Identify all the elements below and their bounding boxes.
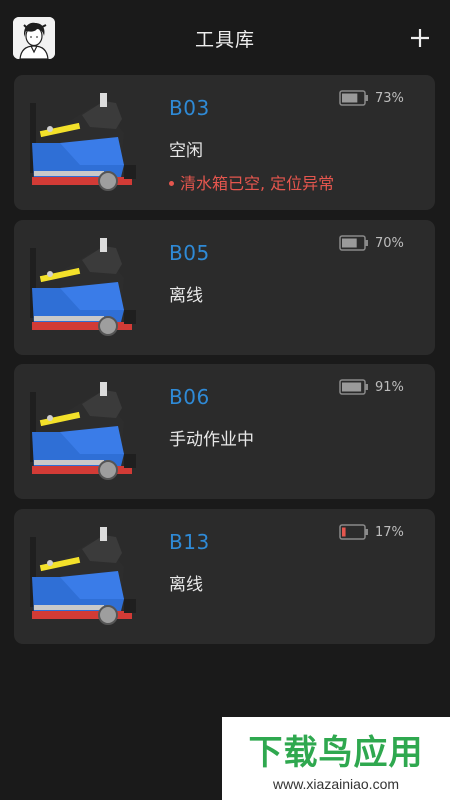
scrubber-machine-image xyxy=(20,85,160,200)
battery-percent: 91% xyxy=(375,380,404,395)
device-code: B03 xyxy=(169,96,210,120)
battery-percent: 70% xyxy=(375,236,404,251)
battery-icon xyxy=(339,235,369,251)
watermark-url: www.xiazainiao.com xyxy=(272,776,400,792)
battery-fill xyxy=(342,93,358,103)
battery-icon xyxy=(339,90,369,106)
device-code: B06 xyxy=(169,385,210,409)
device-card[interactable]: B03 空闲 清水箱已空, 定位异常 73% xyxy=(14,75,435,210)
plus-icon[interactable] xyxy=(406,24,434,52)
scrubber-machine-image xyxy=(20,230,160,345)
battery-fill xyxy=(342,382,362,392)
watermark-logo: 下载鸟应用 www.xiazainiao.com xyxy=(222,717,450,800)
device-card[interactable]: B13 离线 17% xyxy=(14,509,435,644)
scrubber-machine-image xyxy=(20,519,160,634)
page-title: 工具库 xyxy=(194,29,255,51)
alert-dot-icon xyxy=(169,180,174,186)
battery-icon xyxy=(339,524,369,540)
device-code: B05 xyxy=(169,241,210,265)
top-bar: 工具库 xyxy=(0,0,450,72)
device-alert: 清水箱已空, 定位异常 xyxy=(169,170,334,194)
device-card[interactable]: B06 手动作业中 91% xyxy=(14,364,435,499)
device-status: 离线 xyxy=(169,575,203,595)
battery-icon xyxy=(339,379,369,395)
device-alert-text: 清水箱已空, 定位异常 xyxy=(180,174,335,193)
battery-fill xyxy=(342,527,346,537)
device-card[interactable]: B05 离线 70% xyxy=(14,220,435,355)
device-status: 空闲 xyxy=(169,141,203,161)
device-code: B13 xyxy=(169,530,210,554)
battery-fill xyxy=(342,238,357,248)
scrubber-machine-image xyxy=(20,374,160,489)
device-status: 离线 xyxy=(169,286,203,306)
battery-percent: 17% xyxy=(375,525,404,540)
battery-percent: 73% xyxy=(375,91,404,106)
device-status: 手动作业中 xyxy=(169,430,254,450)
watermark-brand: 下载鸟应用 xyxy=(248,733,424,773)
